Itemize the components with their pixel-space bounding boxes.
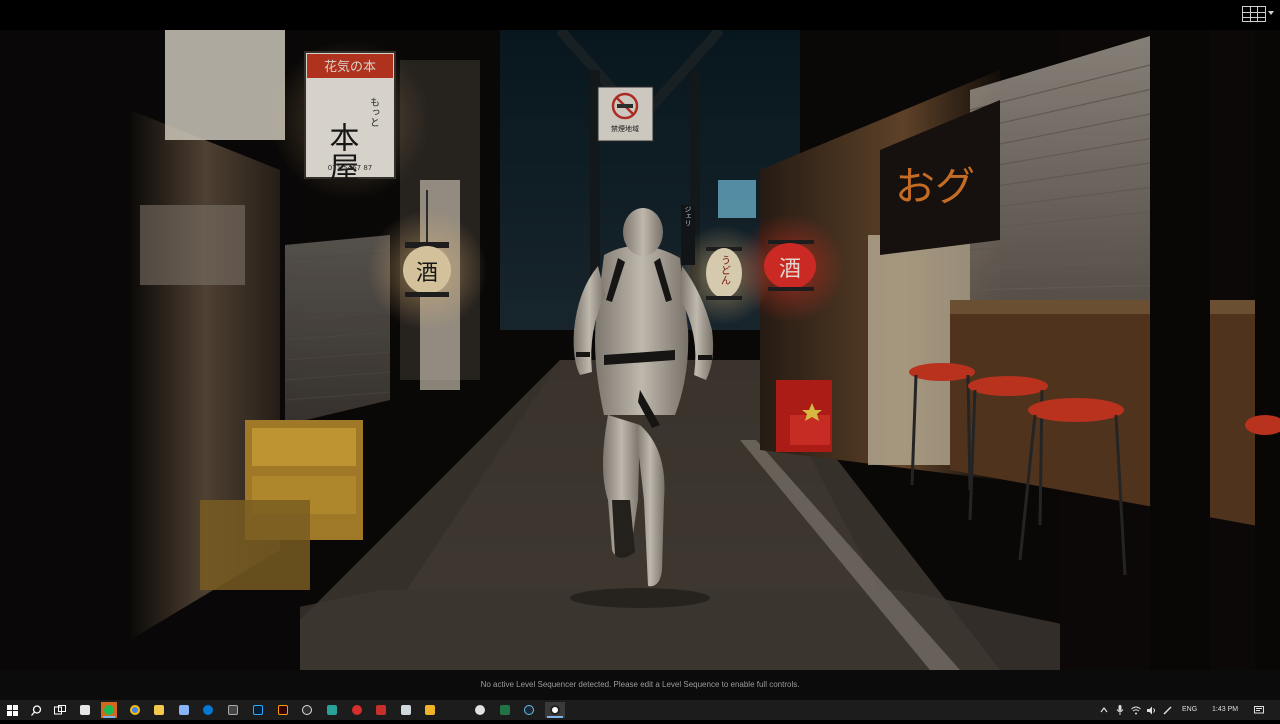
task-view-icon[interactable] [52,702,68,718]
edge-icon[interactable] [200,702,216,718]
chevron-up-icon[interactable] [1100,700,1108,720]
notepad-icon[interactable] [176,702,192,718]
level-viewport[interactable]: 花気の本 本屋 もっと 071 5467 87 禁煙地域 ジェリ 酒 うどん 酒… [0,30,1280,670]
store-icon[interactable] [77,702,93,718]
notification-icon[interactable] [1254,700,1264,720]
file-explorer-icon[interactable] [151,702,167,718]
maps-icon[interactable] [398,702,414,718]
wifi-icon[interactable] [1131,700,1141,720]
terminal-icon[interactable] [225,702,241,718]
photoshop-icon[interactable] [250,702,266,718]
viewport-status-strip: No active Level Sequencer detected. Plea… [0,670,1280,700]
app-red2-icon[interactable] [373,702,389,718]
excel-icon[interactable] [497,702,513,718]
microphone-icon[interactable] [1116,700,1124,720]
viewport-top-bar [0,0,1280,30]
spotify-icon[interactable] [101,702,117,718]
alley-scene: 花気の本 本屋 もっと 071 5467 87 禁煙地域 ジェリ 酒 うどん 酒… [0,30,1280,670]
system-tray: ENG 1:43 PM [1090,700,1280,720]
language-indicator[interactable]: ENG [1182,700,1197,720]
chrome-icon[interactable] [127,702,143,718]
steam-icon[interactable] [521,702,537,718]
chevron-down-icon[interactable] [1268,11,1274,15]
volume-icon[interactable] [1147,700,1157,720]
unreal-engine-icon[interactable] [545,702,565,718]
level-sequencer-status-text: No active Level Sequencer detected. Plea… [480,680,800,689]
viewport-layout-grid-icon[interactable] [1242,6,1266,22]
windows-taskbar: ENG 1:43 PM [0,700,1280,720]
obs-icon[interactable] [299,702,315,718]
search-icon[interactable] [28,702,44,718]
app-3-icon[interactable] [324,702,340,718]
m-app-icon[interactable] [422,702,438,718]
app-chat-icon[interactable] [472,702,488,718]
pen-icon[interactable] [1163,700,1173,720]
illustrator-icon[interactable] [275,702,291,718]
windows-start-icon[interactable] [4,702,20,718]
clock[interactable]: 1:43 PM [1212,700,1238,720]
app-red-icon[interactable] [349,702,365,718]
